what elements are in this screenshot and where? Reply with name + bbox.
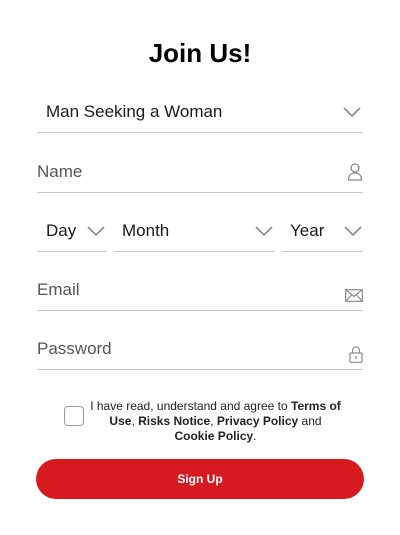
chevron-down-icon — [254, 225, 274, 237]
name-field[interactable]: Name — [37, 152, 363, 193]
page-title: Join Us! — [148, 38, 252, 68]
password-placeholder: Password — [37, 339, 112, 358]
email-field[interactable]: Email — [37, 270, 363, 311]
consent-prefix: I have read, understand and agree to — [90, 399, 291, 413]
cookie-policy-link[interactable]: Cookie Policy — [174, 429, 253, 443]
chevron-down-icon — [343, 225, 363, 237]
year-select[interactable]: Year — [282, 211, 363, 252]
sign-up-button[interactable]: Sign Up — [36, 459, 364, 499]
chevron-down-icon — [342, 106, 362, 118]
consent-and: and — [298, 414, 322, 428]
lock-icon — [349, 345, 363, 363]
password-field[interactable]: Password — [37, 329, 363, 370]
consent-text: I have read, understand and agree to Ter… — [88, 399, 343, 444]
seeking-select-value: Man Seeking a Woman — [46, 102, 223, 121]
month-select[interactable]: Month — [114, 211, 274, 252]
name-placeholder: Name — [37, 162, 83, 181]
day-select[interactable]: Day — [38, 211, 106, 252]
consent-comma2: , — [210, 414, 217, 428]
consent-checkbox[interactable] — [64, 406, 84, 426]
email-placeholder: Email — [37, 280, 80, 299]
chevron-down-icon — [86, 225, 106, 237]
day-select-label: Day — [46, 221, 77, 240]
privacy-policy-link[interactable]: Privacy Policy — [217, 414, 298, 428]
risks-notice-link[interactable]: Risks Notice — [138, 414, 210, 428]
envelope-icon — [345, 288, 363, 302]
month-select-label: Month — [122, 221, 170, 240]
seeking-select[interactable]: Man Seeking a Woman — [37, 92, 362, 133]
consent-suffix: . — [253, 429, 257, 443]
user-icon — [347, 163, 363, 181]
year-select-label: Year — [290, 221, 325, 240]
